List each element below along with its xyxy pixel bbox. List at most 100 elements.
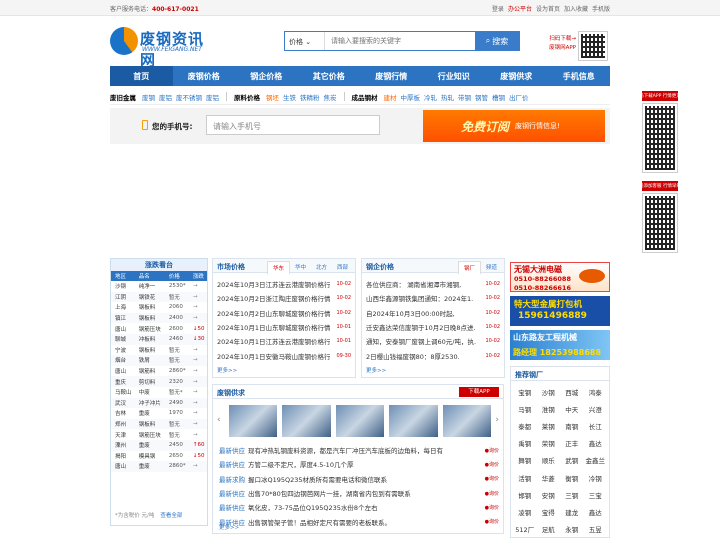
mill-link[interactable]: 鸿泰 — [584, 383, 608, 400]
mill-link[interactable]: 足航 — [537, 521, 561, 538]
mill-link[interactable]: 冷钢 — [584, 469, 608, 486]
ad-banner-baler[interactable]: 特大型金属打包机 15961496889 — [510, 296, 610, 326]
tab-mill[interactable]: 钢厂 — [457, 261, 481, 274]
add-favorite-link[interactable]: 加入收藏 — [564, 4, 588, 13]
subnav-link[interactable]: 废铝 — [206, 92, 219, 102]
list-item[interactable]: 各位供应商： 湖南省湘潭市湘钢, 10-02 — [366, 277, 500, 291]
search-input[interactable] — [325, 32, 475, 50]
mill-link[interactable]: 沙钢 — [537, 383, 561, 400]
more-link[interactable]: 更多>> — [217, 366, 237, 374]
search-category-select[interactable]: 价格 ⌄ — [285, 32, 325, 50]
mill-link[interactable]: 金鑫兰 — [584, 452, 608, 469]
mobile-link[interactable]: 手机版 — [592, 4, 610, 13]
mill-link[interactable]: 正丰 — [560, 435, 584, 452]
nav-other-price[interactable]: 其它价格 — [298, 66, 361, 86]
download-app-button[interactable]: 下载APP — [459, 387, 499, 397]
inquiry-button[interactable]: ●询价 — [485, 461, 499, 468]
tab-west[interactable]: 西部 — [332, 261, 353, 274]
supply-photo[interactable] — [335, 405, 385, 437]
list-item[interactable]: 2日樱山钱福废钢80：8厚2530. 10-02 — [366, 348, 500, 362]
inquiry-button[interactable]: ●询价 — [485, 518, 499, 525]
ad-banner-machinery[interactable]: 山东路友工程机械 路经理 18253988688 — [510, 330, 610, 360]
mill-link[interactable]: 舞钢 — [513, 452, 537, 469]
subnav-link[interactable]: 钢坯 — [266, 92, 279, 102]
nav-supply[interactable]: 废钢供求 — [485, 66, 548, 86]
supply-photo[interactable] — [389, 405, 438, 437]
mill-link[interactable]: 活钢 — [513, 469, 537, 486]
table-row[interactable]: 唐山 钢筋压块 2600 ↓50 — [111, 323, 207, 334]
nav-home[interactable]: 首页 — [110, 66, 173, 86]
subnav-link[interactable]: 热轧 — [441, 92, 454, 102]
mill-link[interactable]: 武钢 — [560, 452, 584, 469]
table-row[interactable]: 上海 钢板料 2060 → — [111, 302, 207, 313]
search-button[interactable]: ⌕ 搜索 — [475, 32, 519, 50]
mill-link[interactable]: 建龙 — [560, 503, 584, 520]
subnav-link[interactable]: 生铁 — [283, 92, 296, 102]
nav-mill-price[interactable]: 钢企价格 — [235, 66, 298, 86]
more-link[interactable]: 更多>> — [219, 523, 239, 531]
mill-link[interactable]: 淮钢 — [537, 400, 561, 417]
subnav-link[interactable]: 铁精粉 — [300, 92, 320, 102]
table-row[interactable]: 镇江 钢板料 2400 → — [111, 312, 207, 324]
subnav-link[interactable]: 建材 — [384, 92, 397, 102]
mill-link[interactable]: 中天 — [560, 400, 584, 417]
mill-link[interactable]: 顺乐 — [537, 452, 561, 469]
prev-arrow-icon[interactable]: ‹ — [217, 415, 221, 425]
table-row[interactable]: 唐山 钢筋料 2860* → — [111, 366, 207, 377]
list-item[interactable]: 2024年10月2日山东聊城废钢价格行情 10-02 — [217, 306, 351, 320]
mill-link[interactable]: 长江 — [584, 417, 608, 434]
subnav-link[interactable]: 焦炭 — [324, 92, 337, 102]
nav-knowledge[interactable]: 行业知识 — [423, 66, 486, 86]
mill-link[interactable]: 泰都 — [513, 417, 537, 434]
mill-link[interactable]: 禹钢 — [513, 435, 537, 452]
subnav-link[interactable]: 出厂价 — [509, 92, 529, 102]
set-homepage-link[interactable]: 设为首页 — [536, 4, 560, 13]
mill-link[interactable]: 兴澄 — [584, 400, 608, 417]
mill-link[interactable]: 宝得 — [537, 503, 561, 520]
inquiry-button[interactable]: ●询价 — [485, 447, 499, 454]
mill-link[interactable]: 南钢 — [560, 417, 584, 434]
nav-scrap-price[interactable]: 废钢价格 — [173, 66, 236, 86]
supply-item[interactable]: 最新求购 握口冰Q195Q235材质所有需要电话和微信联系 ●询价 — [219, 472, 499, 486]
mill-link[interactable]: 三钢 — [560, 486, 584, 503]
subnav-link[interactable]: 带钢 — [458, 92, 471, 102]
mill-link[interactable]: 永钢 — [560, 521, 584, 538]
table-row[interactable]: 宁波 钢板料 暂无 → — [111, 345, 207, 356]
table-row[interactable]: 重庆 剪切料 2320 → — [111, 376, 207, 387]
table-row[interactable]: 武汉 冲子冲片 2490 → — [111, 397, 207, 409]
mill-link[interactable]: 五昱 — [584, 521, 608, 538]
mill-link[interactable]: 华菱 — [537, 469, 561, 486]
inquiry-button[interactable]: ●询价 — [485, 490, 499, 497]
ad-banner-magnet[interactable]: 无锡大洲电磁 0510-88266088 0510-88266616 — [510, 262, 610, 292]
supply-photo[interactable] — [442, 405, 492, 437]
supply-photo[interactable] — [282, 405, 331, 437]
list-item[interactable]: 2024年10月1日安徽马鞍山废钢价格行 09-30 — [217, 348, 351, 362]
supply-item[interactable]: 最新供应 出售70*80包四边钢芭网片一挂，湖南省内包到有需联系 ●询价 — [219, 486, 499, 500]
mill-link[interactable]: 荣钢 — [537, 435, 561, 452]
table-row[interactable]: 沙钢 纯净一 2530* → — [111, 281, 207, 292]
table-row[interactable]: 聊城 冲板料 2460 ↓30 — [111, 333, 207, 345]
subnav-link[interactable]: 废钢 — [142, 92, 155, 102]
list-item[interactable]: 自2024年10月3日00:00时起, 10-02 — [366, 306, 500, 320]
site-logo[interactable]: 废钢资讯网 WWW.FEIGANG.NET — [110, 27, 215, 69]
list-item[interactable]: 迁安鑫达荣信废钢于10月2日晚8点进. 10-02 — [366, 320, 500, 334]
table-row[interactable]: 烟台 铁屑 暂无 → — [111, 355, 207, 366]
mill-link[interactable]: 安钢 — [537, 486, 561, 503]
supply-item[interactable]: 最新供应 出售钢管架子管！品相好定尺有需要的老板联系。 ●询价 — [219, 514, 499, 528]
table-row[interactable]: 郑州 钢板料 暂无 → — [111, 418, 207, 430]
list-item[interactable]: 2024年10月2日浙江陶庄废钢价格行情 10-02 — [217, 291, 351, 305]
supply-photo[interactable] — [229, 405, 278, 437]
table-row[interactable]: 唐山 重废 2860* → — [111, 461, 207, 472]
next-arrow-icon[interactable]: › — [495, 415, 499, 425]
table-row[interactable]: 马鞍山 中废 暂无* → — [111, 387, 207, 398]
mill-link[interactable]: 三宝 — [584, 486, 608, 503]
tab-east[interactable]: 华东 — [266, 261, 290, 274]
subnav-link[interactable]: 中厚板 — [401, 92, 421, 102]
phone-input[interactable]: 请输入手机号 — [206, 115, 380, 135]
inquiry-button[interactable]: ●询价 — [485, 475, 499, 482]
subscribe-button[interactable]: 免费订阅 废钢行情信息! — [423, 110, 605, 142]
view-all-link[interactable]: 查看全部 — [160, 513, 182, 519]
mill-link[interactable]: 512厂 — [513, 521, 537, 538]
supply-item[interactable]: 最新供应 氧化皮，73-75品位Q195Q235水份8个左右 ●询价 — [219, 500, 499, 514]
table-row[interactable]: 吉林 重废 1970 → — [111, 408, 207, 419]
